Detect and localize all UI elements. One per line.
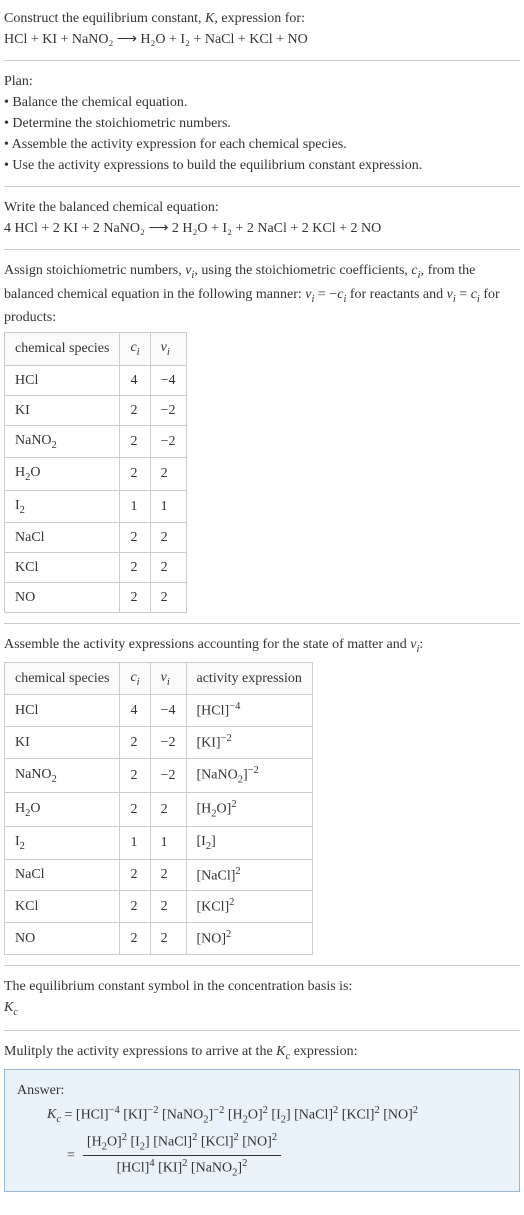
plan-item: • Assemble the activity expression for e… — [4, 134, 520, 155]
answer-box: Answer: Kc = [HCl]−4 [KI]−2 [NaNO2]−2 [H… — [4, 1069, 520, 1193]
stoich-block: Assign stoichiometric numbers, νi, using… — [4, 260, 520, 613]
divider — [4, 1030, 520, 1031]
table-row: H2O22 — [5, 458, 187, 491]
intro-construct: Construct the equilibrium constant, K, e… — [4, 8, 520, 29]
table-row: HCl4−4 — [5, 365, 187, 395]
divider — [4, 60, 520, 61]
balanced-block: Write the balanced chemical equation: 4 … — [4, 197, 520, 239]
balanced-equation: 4 HCl + 2 KI + 2 NaNO₂ ⟶ 2 H₂O + I₂ + 2 … — [4, 218, 520, 239]
activity-block: Assemble the activity expressions accoun… — [4, 634, 520, 954]
answer-fraction: [H2O]2 [I2] [NaCl]2 [KCl]2 [NO]2 [HCl]4 … — [83, 1130, 281, 1181]
balanced-title: Write the balanced chemical equation: — [4, 197, 520, 218]
divider — [4, 623, 520, 624]
equals-sign: = — [67, 1145, 75, 1166]
col-nui: νi — [150, 662, 186, 695]
plan-title: Plan: — [4, 71, 520, 92]
table-row: NO22 — [5, 583, 187, 613]
col-species: chemical species — [5, 662, 120, 695]
divider — [4, 186, 520, 187]
table-row: KI2−2 — [5, 395, 187, 425]
table-row: I211 — [5, 490, 187, 523]
col-ci: ci — [120, 662, 150, 695]
table-row: NO22[NO]2 — [5, 922, 313, 954]
col-nui: νi — [150, 333, 186, 366]
table-row: NaCl22[NaCl]2 — [5, 859, 313, 891]
intro-block: Construct the equilibrium constant, K, e… — [4, 8, 520, 50]
activity-title: Assemble the activity expressions accoun… — [4, 634, 520, 658]
col-species: chemical species — [5, 333, 120, 366]
table-row: H2O22[H2O]2 — [5, 792, 313, 826]
plan-block: Plan: • Balance the chemical equation. •… — [4, 71, 520, 176]
stoich-text: Assign stoichiometric numbers, νi, using… — [4, 260, 520, 328]
table-row: KCl22 — [5, 553, 187, 583]
symbol-title: The equilibrium constant symbol in the c… — [4, 976, 520, 997]
divider — [4, 965, 520, 966]
divider — [4, 249, 520, 250]
activity-table: chemical species ci νi activity expressi… — [4, 662, 313, 955]
table-row: NaNO22−2 — [5, 425, 187, 458]
answer-label: Answer: — [17, 1080, 507, 1101]
answer-numerator: [H2O]2 [I2] [NaCl]2 [KCl]2 [NO]2 — [83, 1130, 281, 1156]
table-row: KI2−2[KI]−2 — [5, 727, 313, 759]
multiply-block: Mulitply the activity expressions to arr… — [4, 1041, 520, 1065]
table-header-row: chemical species ci νi — [5, 333, 187, 366]
symbol-value: Kc — [4, 997, 520, 1021]
table-row: I211[I2] — [5, 827, 313, 860]
col-activity: activity expression — [186, 662, 312, 695]
table-row: KCl22[KCl]2 — [5, 891, 313, 923]
symbol-block: The equilibrium constant symbol in the c… — [4, 976, 520, 1021]
stoich-table: chemical species ci νi HCl4−4 KI2−2 NaNO… — [4, 332, 187, 613]
table-row: NaCl22 — [5, 523, 187, 553]
plan-item: • Use the activity expressions to build … — [4, 155, 520, 176]
col-ci: ci — [120, 333, 150, 366]
plan-item: • Determine the stoichiometric numbers. — [4, 113, 520, 134]
plan-item: • Balance the chemical equation. — [4, 92, 520, 113]
multiply-title: Mulitply the activity expressions to arr… — [4, 1041, 520, 1065]
intro-equation: HCl + KI + NaNO₂ ⟶ H₂O + I₂ + NaCl + KCl… — [4, 29, 520, 50]
answer-line1: Kc = [HCl]−4 [KI]−2 [NaNO2]−2 [H2O]2 [I2… — [47, 1103, 507, 1128]
answer-denominator: [HCl]4 [KI]2 [NaNO2]2 — [83, 1156, 281, 1181]
answer-line2: = [H2O]2 [I2] [NaCl]2 [KCl]2 [NO]2 [HCl]… — [67, 1130, 507, 1181]
table-row: NaNO22−2[NaNO2]−2 — [5, 758, 313, 792]
table-row: HCl4−4[HCl]−4 — [5, 695, 313, 727]
table-header-row: chemical species ci νi activity expressi… — [5, 662, 313, 695]
